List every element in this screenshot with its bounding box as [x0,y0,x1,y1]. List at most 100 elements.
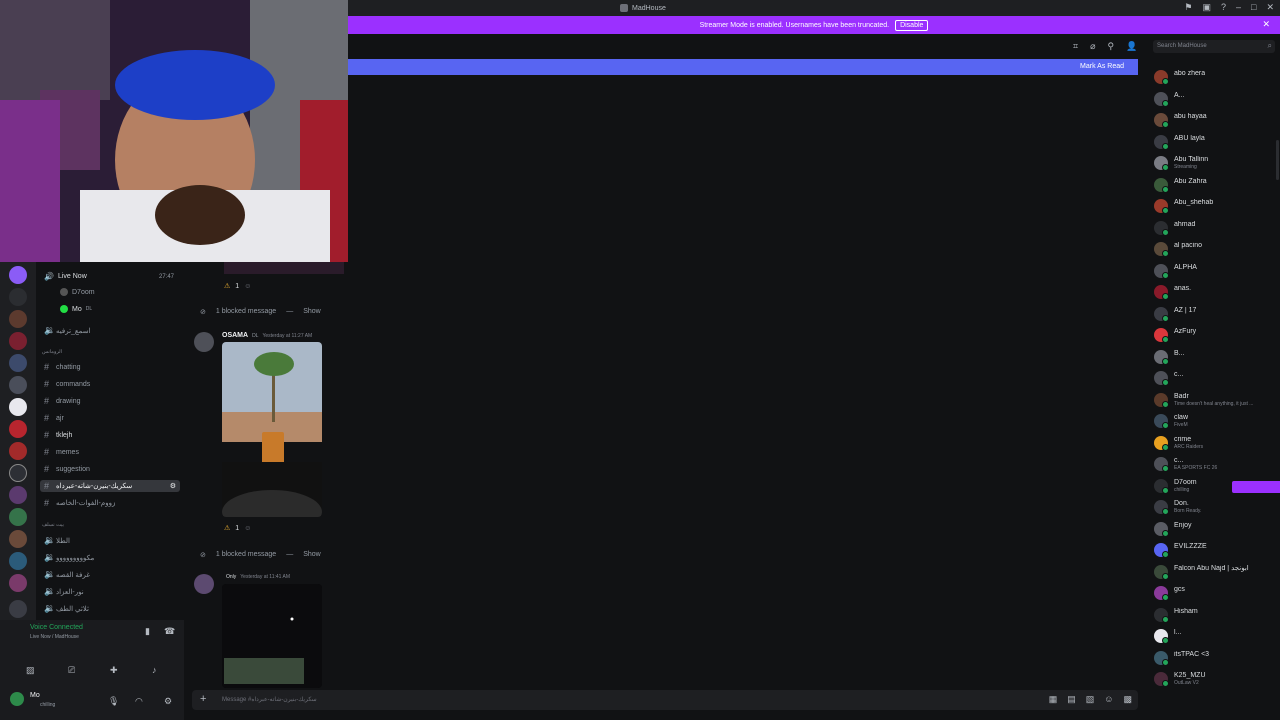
close-banner-icon[interactable]: ✕ [1262,19,1270,30]
add-reaction-icon[interactable]: ☺ [244,525,251,532]
member-item[interactable]: AZ | 17 [1154,306,1280,322]
category-header[interactable]: بيت نسلف [42,522,64,528]
members-icon[interactable]: 👤 [1126,41,1137,52]
avatar[interactable] [194,574,214,594]
member-item[interactable]: gcs [1154,586,1280,601]
avatar[interactable] [10,692,24,706]
member-item[interactable]: Falcon Abu Najd | ابونجد [1154,564,1280,580]
server-icon[interactable] [9,354,27,372]
server-icon[interactable] [9,266,27,284]
member-item[interactable]: Enjoy [1154,521,1280,537]
member-item[interactable]: Abu Tallinn Streaming [1154,156,1280,171]
settings-icon[interactable]: ⚙ [170,482,176,490]
add-reaction-icon[interactable]: ☺ [244,283,251,290]
gif-icon[interactable]: ▤ [1067,694,1076,705]
channel-commands[interactable]: # commands [44,379,90,389]
voice-channel[interactable]: 🔉 ثلاثي الطف [44,603,89,614]
voice-user[interactable]: Mo DL [60,305,92,313]
screen-share-icon[interactable]: ⎚ [68,665,75,676]
monitor-icon[interactable]: ▣ [1202,2,1211,13]
member-item[interactable]: AzFury [1154,328,1280,343]
reaction[interactable]: ⚠ 1 ☺ [224,282,251,291]
show-button[interactable]: Show [303,308,321,316]
camera-off-icon[interactable]: ▨ [26,665,35,676]
avatar[interactable] [194,332,214,352]
sticker-icon[interactable]: ▧ [1086,694,1095,705]
message-input[interactable]: Message #سكريك-بنيرن-شاته-عبرداه [222,696,317,703]
server-icon[interactable] [9,486,27,504]
inbox-icon[interactable]: ⚑ [1184,2,1192,13]
mark-as-read-button[interactable]: Mark As Read [1080,63,1124,70]
channel-drawing[interactable]: # drawing [44,396,81,406]
apps-icon[interactable]: ▩ [1123,694,1132,705]
channel-zoom[interactable]: # زووم-الفوات-الخاصه [44,498,115,508]
member-item[interactable]: c... [1154,371,1280,386]
member-item[interactable]: abu hayaa [1154,113,1280,128]
signal-icon[interactable]: ▮ [145,626,150,637]
gift-icon[interactable]: ▦ [1049,694,1058,705]
reaction[interactable]: ⚠ 1 ☺ [224,524,251,533]
voice-channel[interactable]: 🔉 الطلا [44,535,70,546]
new-messages-bar[interactable]: Mark As Read [348,59,1138,75]
category-header[interactable]: الرومانس [42,349,62,355]
channel-tklejh[interactable]: # tklejh [44,430,72,440]
add-attachment-icon[interactable]: + [200,693,206,705]
member-list-scrollbar[interactable] [1276,140,1279,180]
mic-icon[interactable]: 🎙 [108,696,119,707]
server-icon[interactable] [9,552,27,570]
server-icon[interactable] [9,530,27,548]
member-item[interactable]: ALPHA [1154,263,1280,279]
member-item[interactable]: crime ARC Raiders [1154,435,1280,451]
member-item[interactable]: Abu_shehab [1154,199,1280,214]
emoji-icon[interactable]: ☺ [1104,694,1113,705]
member-item[interactable]: B... [1154,349,1280,365]
voice-channel[interactable]: 🔉 غرفة القصه [44,569,90,580]
voice-channel-live-now[interactable]: 🔊 Live Now 27:47 [44,272,174,281]
member-item[interactable]: A... [1154,91,1280,107]
member-item[interactable]: anas. [1154,285,1280,300]
server-icon[interactable] [9,574,27,592]
voice-channel[interactable]: 🔉 مكووووووووو [44,552,94,563]
member-item[interactable]: abo zhera [1154,70,1280,85]
server-icon[interactable] [9,508,27,526]
disable-button[interactable]: Disable [895,19,929,31]
server-icon[interactable] [9,398,27,416]
member-item[interactable]: ahmad [1154,220,1280,236]
notification-icon[interactable]: ⌀ [1090,41,1095,52]
channel-ajr[interactable]: # ajr [44,413,64,423]
maximize-icon[interactable]: □ [1251,2,1256,13]
server-icon[interactable] [9,442,27,460]
server-icon[interactable] [9,464,27,482]
member-item[interactable]: Abu Zahra [1154,177,1280,193]
show-button[interactable]: Show [303,551,321,559]
author-name[interactable]: OSAMA [222,332,248,339]
soundboard-icon[interactable]: ♪ [152,665,157,675]
channel-active[interactable]: # سكريك-بنيرن-شاته-عبرداه ⚙ [40,480,180,492]
server-icon[interactable] [9,600,27,618]
server-icon[interactable] [9,332,27,350]
voice-user[interactable]: D7oom [60,288,95,296]
server-icon[interactable] [9,310,27,328]
help-icon[interactable]: ? [1221,2,1226,13]
voice-channel-path[interactable]: Live Now / MadHouse [30,634,79,640]
close-icon[interactable]: ✕ [1266,2,1274,13]
channel-chatting[interactable]: # chatting [44,362,81,372]
server-icon[interactable] [9,420,27,438]
voice-channel[interactable]: 🔉 نور-العزاد [44,586,84,597]
attachment-image[interactable] [222,584,322,688]
member-item[interactable]: Don. Born Ready. [1154,500,1280,515]
channel-suggestion[interactable]: # suggestion [44,464,90,474]
search-input[interactable]: Search MadHouse ⌕ [1153,40,1275,53]
server-icon[interactable] [9,376,27,394]
member-item[interactable]: itsTPAC <3 [1154,650,1280,666]
member-item[interactable]: D7oom chilling [1154,478,1280,494]
member-item[interactable]: K25_MZU OutLaw V2 [1154,672,1280,687]
server-icon[interactable] [9,288,27,306]
activities-icon[interactable]: ✚ [110,665,118,676]
attachment-image[interactable] [222,342,322,517]
member-item[interactable]: l... [1154,629,1280,644]
member-item[interactable]: ABU layla [1154,134,1280,150]
member-item[interactable]: Badr Time doesn't heal anything, it just … [1154,392,1280,408]
minimize-icon[interactable]: – [1236,2,1241,13]
channel-announce[interactable]: 🔉 اسمع_ترفيه [44,325,91,336]
